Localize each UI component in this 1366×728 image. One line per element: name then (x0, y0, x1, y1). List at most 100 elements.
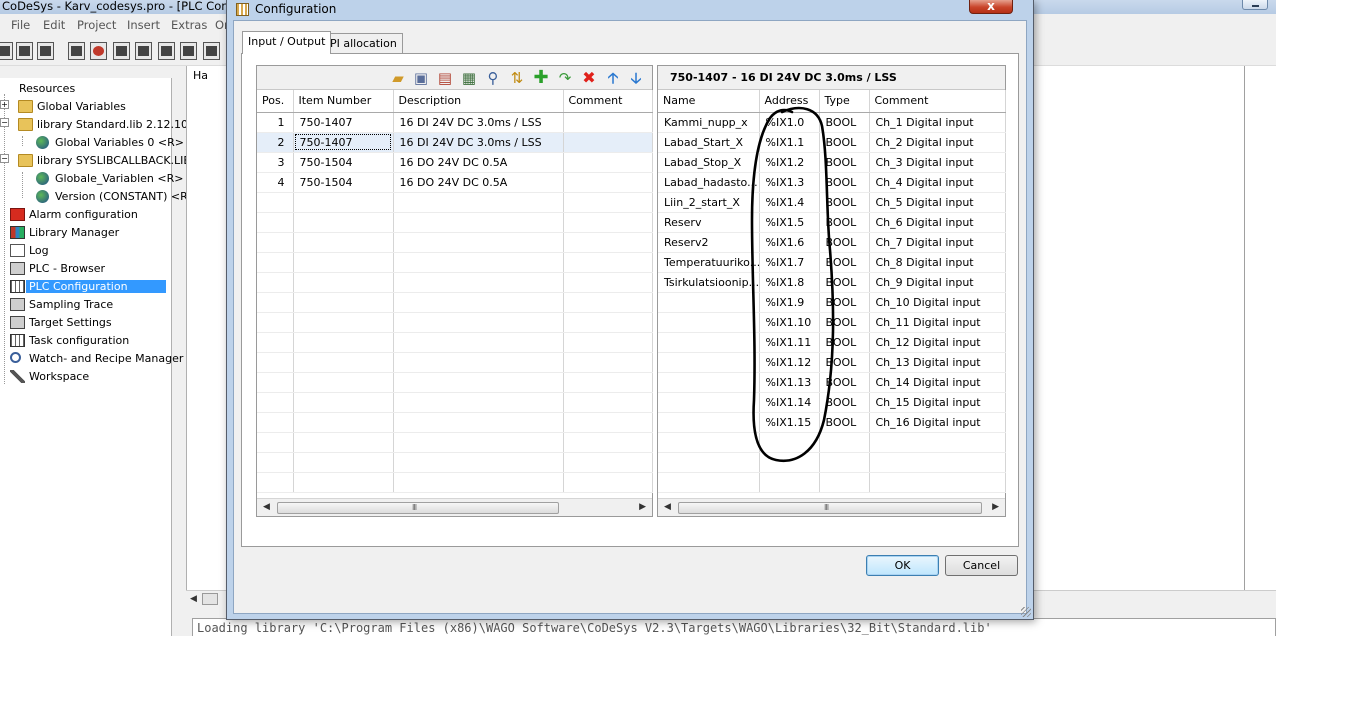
channel-comment[interactable]: Ch_12 Digital input (869, 332, 1006, 353)
column-header-pos[interactable]: Pos. (257, 90, 294, 113)
module-item-number[interactable]: 750-1407 (293, 112, 394, 133)
tree-expander[interactable]: − (0, 154, 9, 163)
channel-name[interactable]: Labad_Start_X (658, 132, 760, 153)
stop-icon[interactable] (90, 42, 107, 60)
channel-name[interactable] (658, 312, 760, 333)
scroll-thumb[interactable]: III (678, 502, 982, 514)
channel-address[interactable]: %IX1.11 (759, 332, 820, 353)
channel-row[interactable]: Tsirkulatsioonip... %IX1.8 BOOL Ch_9 Digita… (658, 272, 1006, 293)
channel-name[interactable]: Kammi_nupp_x (658, 112, 760, 133)
monitor-icon[interactable] (203, 42, 220, 60)
channel-address[interactable]: %IX1.5 (759, 212, 820, 233)
save-icon[interactable] (37, 42, 54, 60)
channel-row[interactable]: Reserv %IX1.5 BOOL Ch_6 Digital input (658, 212, 1006, 233)
step-icon[interactable] (135, 42, 152, 60)
channel-row[interactable]: Temperatuuriko... %IX1.7 BOOL Ch_8 Digital … (658, 252, 1006, 273)
channel-type[interactable]: BOOL (819, 152, 870, 173)
channel-row[interactable]: %IX1.10 BOOL Ch_11 Digital input (658, 312, 1006, 333)
scroll-left-icon[interactable]: ◀ (664, 502, 671, 512)
channel-row[interactable]: %IX1.9 BOOL Ch_10 Digital input (658, 292, 1006, 313)
module-pos[interactable]: 4 (257, 172, 294, 193)
channel-type[interactable]: BOOL (819, 172, 870, 193)
channel-comment[interactable]: Ch_4 Digital input (869, 172, 1006, 193)
scroll-left-icon[interactable]: ◀ (190, 594, 197, 604)
scroll-thumb[interactable]: III (277, 502, 559, 514)
ok-button[interactable]: OK (866, 555, 939, 576)
find-icon[interactable]: ⚲ (485, 70, 501, 86)
channel-address[interactable]: %IX1.1 (759, 132, 820, 153)
channel-type[interactable]: BOOL (819, 352, 870, 373)
channel-type[interactable]: BOOL (819, 212, 870, 233)
module-comment[interactable] (563, 112, 653, 133)
channel-type[interactable]: BOOL (819, 132, 870, 153)
channel-address[interactable]: %IX1.14 (759, 392, 820, 413)
channel-address[interactable]: %IX1.3 (759, 172, 820, 193)
module-description[interactable]: 16 DO 24V DC 0.5A (393, 152, 564, 173)
cancel-button[interactable]: Cancel (945, 555, 1018, 576)
channel-row[interactable]: Reserv2 %IX1.6 BOOL Ch_7 Digital input (658, 232, 1006, 253)
channel-comment[interactable]: Ch_16 Digital input (869, 412, 1006, 433)
module-horizontal-scrollbar[interactable]: ◀ III ▶ (257, 498, 652, 516)
channel-type[interactable]: BOOL (819, 252, 870, 273)
channel-name[interactable]: Reserv2 (658, 232, 760, 253)
login-icon[interactable] (68, 42, 85, 60)
channel-name[interactable] (658, 292, 760, 313)
tab-pi-allocation[interactable]: PI allocation (324, 33, 403, 53)
channel-type[interactable]: BOOL (819, 272, 870, 293)
channel-name[interactable]: Labad_Stop_X (658, 152, 760, 173)
channel-comment[interactable]: Ch_1 Digital input (869, 112, 1006, 133)
channel-address[interactable]: %IX1.10 (759, 312, 820, 333)
channel-type[interactable]: BOOL (819, 312, 870, 333)
save-icon[interactable]: ▣ (413, 70, 429, 86)
move-up-icon[interactable]: 🡡 (605, 70, 621, 86)
resize-grip[interactable] (1021, 607, 1031, 617)
channel-row[interactable]: %IX1.14 BOOL Ch_15 Digital input (658, 392, 1006, 413)
open-icon[interactable] (16, 42, 33, 60)
channel-row[interactable]: Labad_Stop_X %IX1.2 BOOL Ch_3 Digital input (658, 152, 1006, 173)
module-pos[interactable]: 2 (257, 132, 294, 153)
channel-row[interactable]: Kammi_nupp_x %IX1.0 BOOL Ch_1 Digital input (658, 112, 1006, 133)
close-button[interactable]: x (969, 0, 1013, 14)
channel-comment[interactable]: Ch_5 Digital input (869, 192, 1006, 213)
channel-address[interactable]: %IX1.13 (759, 372, 820, 393)
tab-input-output[interactable]: Input / Output (242, 31, 332, 54)
channel-type[interactable]: BOOL (819, 412, 870, 433)
channel-row[interactable]: %IX1.11 BOOL Ch_12 Digital input (658, 332, 1006, 353)
channel-comment[interactable]: Ch_8 Digital input (869, 252, 1006, 273)
scroll-right-icon[interactable]: ▶ (992, 502, 999, 512)
module-pos[interactable]: 3 (257, 152, 294, 173)
channel-name[interactable] (658, 372, 760, 393)
channel-name[interactable] (658, 332, 760, 353)
tree-expander[interactable]: + (0, 100, 9, 109)
channel-name[interactable] (658, 352, 760, 373)
menu-extras[interactable]: Extras (171, 18, 207, 32)
column-header-comment[interactable]: Comment (869, 90, 1006, 113)
breakpoint-icon[interactable] (158, 42, 175, 60)
scroll-thumb[interactable] (202, 593, 218, 605)
channel-row[interactable]: %IX1.12 BOOL Ch_13 Digital input (658, 352, 1006, 373)
channel-comment[interactable]: Ch_3 Digital input (869, 152, 1006, 173)
channel-comment[interactable]: Ch_15 Digital input (869, 392, 1006, 413)
column-header-address[interactable]: Address (759, 90, 820, 113)
module-row[interactable]: 1 750-1407 16 DI 24V DC 3.0ms / LSS (257, 112, 653, 133)
column-header-name[interactable]: Name (658, 90, 760, 113)
channel-type[interactable]: BOOL (819, 292, 870, 313)
channel-name[interactable]: Liin_2_start_X (658, 192, 760, 213)
module-item-number[interactable]: 750-1504 (293, 152, 394, 173)
scroll-left-icon[interactable]: ◀ (263, 502, 270, 512)
channel-comment[interactable]: Ch_13 Digital input (869, 352, 1006, 373)
channel-comment[interactable]: Ch_14 Digital input (869, 372, 1006, 393)
scroll-right-icon[interactable]: ▶ (639, 502, 646, 512)
channel-name[interactable]: Labad_hadasto... (658, 172, 760, 193)
channel-type[interactable]: BOOL (819, 232, 870, 253)
channel-address[interactable]: %IX1.2 (759, 152, 820, 173)
channel-address[interactable]: %IX1.9 (759, 292, 820, 313)
menu-project[interactable]: Project (77, 18, 116, 32)
column-header-description[interactable]: Description (393, 90, 564, 113)
module-row[interactable]: 4 750-1504 16 DO 24V DC 0.5A (257, 172, 653, 193)
delete-doc-icon[interactable]: ▤ (437, 70, 453, 86)
channel-row[interactable]: Labad_hadasto... %IX1.3 BOOL Ch_4 Digital i… (658, 172, 1006, 193)
module-comment[interactable] (563, 172, 653, 193)
open-icon[interactable]: ▰ (390, 70, 406, 86)
module-description[interactable]: 16 DI 24V DC 3.0ms / LSS (393, 112, 564, 133)
